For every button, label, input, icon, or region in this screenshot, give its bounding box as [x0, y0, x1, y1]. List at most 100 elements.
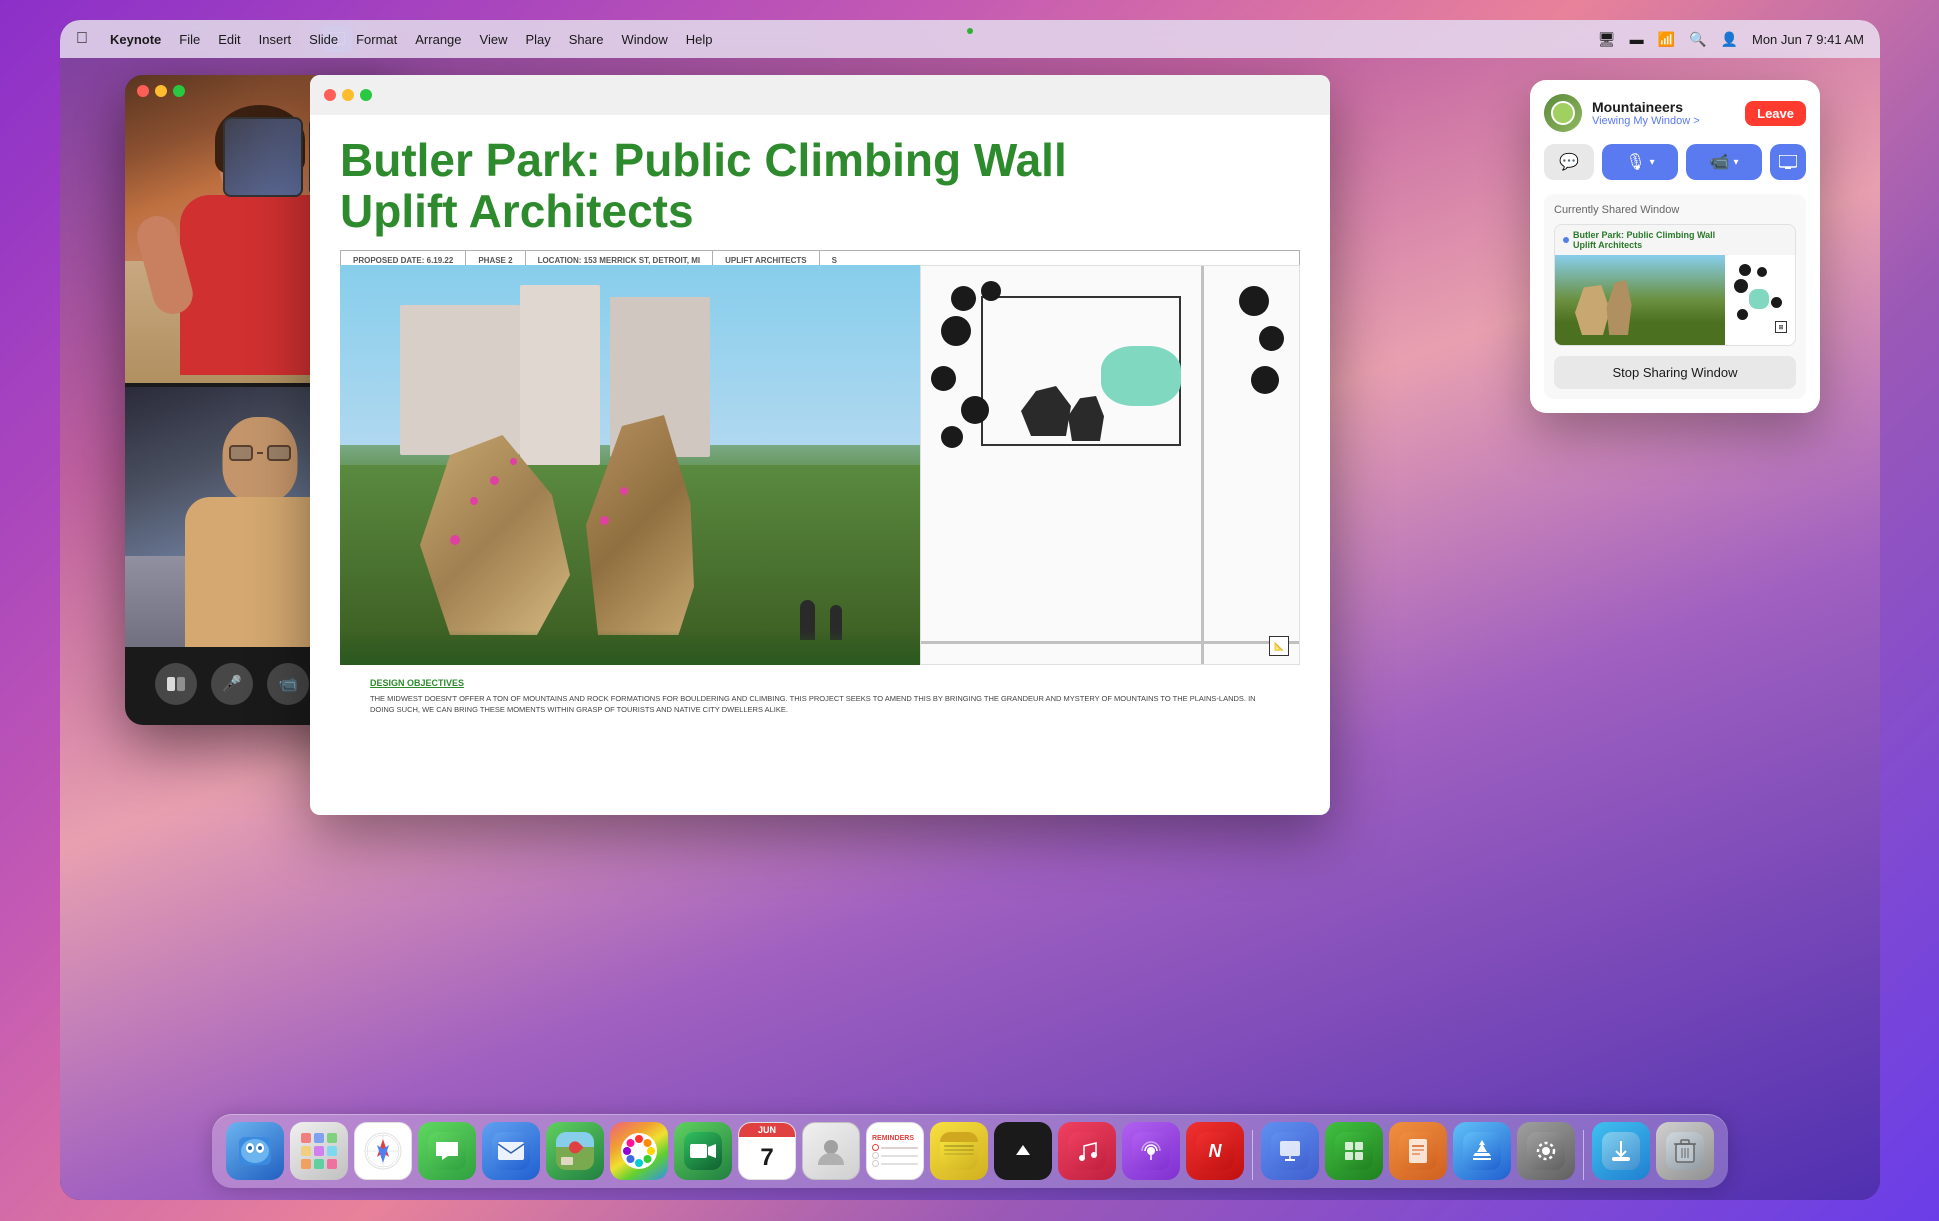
dock-item-notes[interactable] — [930, 1122, 988, 1180]
facetime-traffic-lights — [137, 85, 185, 97]
dock-item-maps[interactable] — [546, 1122, 604, 1180]
dock-item-news[interactable]: N — [1186, 1122, 1244, 1180]
design-objectives-label: DESIGN OBJECTIVES — [370, 678, 1270, 688]
dock-item-finder[interactable] — [226, 1122, 284, 1180]
share-control-button[interactable] — [1770, 144, 1806, 180]
menubar-arrange[interactable]: Arrange — [415, 32, 461, 47]
shared-img-left — [1555, 255, 1725, 345]
shared-preview-title: Butler Park: Public Climbing WallUplift … — [1573, 230, 1715, 250]
dock-item-appstore[interactable] — [1453, 1122, 1511, 1180]
menubar-left:  Keynote File Edit Insert Slide Format … — [76, 30, 1598, 48]
dock-item-podcasts[interactable] — [1122, 1122, 1180, 1180]
menubar-datetime: Mon Jun 7 9:41 AM — [1752, 32, 1864, 47]
mic-control-button[interactable]: 🎙 ▾ — [1602, 144, 1678, 180]
zoom-button[interactable] — [173, 85, 185, 97]
shared-preview-images: ⊞ — [1555, 255, 1795, 345]
dock-item-messages[interactable] — [418, 1122, 476, 1180]
keynote-zoom-button[interactable] — [360, 89, 372, 101]
dock-item-launchpad[interactable] — [290, 1122, 348, 1180]
menubar-file[interactable]: File — [179, 32, 200, 47]
dock-item-photos[interactable] — [610, 1122, 668, 1180]
close-button[interactable] — [137, 85, 149, 97]
menubar-right: 🖥 ▬ 📶 🔍 👤 Mon Jun 7 9:41 AM — [1598, 31, 1864, 48]
map-mini: ⊞ — [1729, 259, 1791, 341]
camera-dot — [967, 28, 973, 34]
mic-icon: 🎙 — [1625, 152, 1645, 172]
dock-separator — [1252, 1130, 1253, 1180]
popup-controls: 💬 🎙 ▾ 📹 ▾ — [1544, 144, 1806, 180]
shared-indicator-dot — [1563, 237, 1569, 243]
keynote-minimize-button[interactable] — [342, 89, 354, 101]
facetime-popup: Mountaineers Viewing My Window > Leave 💬… — [1530, 80, 1820, 413]
dock-item-calendar[interactable]: JUN 7 — [738, 1122, 796, 1180]
pip-video-2 — [223, 117, 303, 197]
keynote-traffic-lights — [324, 89, 372, 101]
menubar-format[interactable]: Format — [356, 32, 397, 47]
viewing-window-link[interactable]: Viewing My Window > — [1592, 115, 1745, 127]
leave-button[interactable]: Leave — [1745, 101, 1806, 126]
keynote-window: Butler Park: Public Climbing WallUplift … — [310, 75, 1330, 815]
menubar-app-name[interactable]: Keynote — [110, 32, 161, 47]
message-control-button[interactable]: 💬 — [1544, 144, 1594, 180]
mic-chevron-icon: ▾ — [1650, 157, 1655, 168]
menubar-edit[interactable]: Edit — [218, 32, 240, 47]
stop-sharing-button[interactable]: Stop Sharing Window — [1554, 356, 1796, 389]
popup-title-area: Mountaineers Viewing My Window > — [1592, 99, 1745, 127]
menubar-help[interactable]: Help — [686, 32, 713, 47]
dock-item-safari[interactable] — [354, 1122, 412, 1180]
dock-item-contacts[interactable] — [802, 1122, 860, 1180]
menubar-play[interactable]: Play — [525, 32, 550, 47]
search-icon[interactable]: 🔍 — [1689, 31, 1706, 48]
menubar-slide[interactable]: Slide — [309, 32, 338, 47]
dock-item-numbers[interactable] — [1325, 1122, 1383, 1180]
dock-item-mail[interactable] — [482, 1122, 540, 1180]
dock-item-pages[interactable] — [1389, 1122, 1447, 1180]
menubar-window[interactable]: Window — [621, 32, 667, 47]
menubar-share[interactable]: Share — [569, 32, 604, 47]
popup-header: Mountaineers Viewing My Window > Leave — [1544, 94, 1806, 132]
controlcenter-icon[interactable]: 👤 — [1721, 31, 1738, 48]
wifi-icon[interactable]: 📶 — [1658, 31, 1675, 48]
dock-item-keynote[interactable] — [1261, 1122, 1319, 1180]
screen-icon[interactable]: 🖥 — [1598, 31, 1616, 48]
currently-shared-label: Currently Shared Window — [1554, 204, 1796, 216]
keynote-titlebar — [310, 75, 1330, 115]
menubar-view[interactable]: View — [480, 32, 508, 47]
dock-item-system-preferences[interactable] — [1517, 1122, 1575, 1180]
menubar:  Keynote File Edit Insert Slide Format … — [60, 20, 1880, 58]
group-avatar — [1544, 94, 1582, 132]
dock-item-trash[interactable] — [1656, 1122, 1714, 1180]
shared-section: Currently Shared Window Butler Park: Pub… — [1544, 194, 1806, 399]
shared-preview: Butler Park: Public Climbing WallUplift … — [1554, 224, 1796, 346]
keynote-content: Butler Park: Public Climbing WallUplift … — [310, 115, 1330, 815]
keynote-close-button[interactable] — [324, 89, 336, 101]
minimize-button[interactable] — [155, 85, 167, 97]
dock-item-airdrop[interactable] — [1592, 1122, 1650, 1180]
design-text: DESIGN OBJECTIVES THE MIDWEST DOESN'T OF… — [370, 678, 1270, 715]
video-chevron-icon: ▾ — [1733, 157, 1738, 168]
group-name: Mountaineers — [1592, 99, 1745, 115]
menubar-insert[interactable]: Insert — [259, 32, 292, 47]
shared-preview-header: Butler Park: Public Climbing WallUplift … — [1555, 225, 1795, 255]
apple-logo-icon[interactable]:  — [76, 30, 88, 48]
video-control-button[interactable]: 📹 ▾ — [1686, 144, 1762, 180]
message-icon: 💬 — [1559, 152, 1579, 172]
dock: JUN 7 REMINDERS — [212, 1114, 1728, 1188]
battery-icon: ▬ — [1630, 31, 1644, 47]
screen:  Keynote File Edit Insert Slide Format … — [60, 20, 1880, 1200]
camera-button[interactable]: 📹 — [267, 663, 309, 705]
macbook-frame:  Keynote File Edit Insert Slide Format … — [60, 20, 1880, 1200]
dock-separator-2 — [1583, 1130, 1584, 1180]
shared-img-right: ⊞ — [1725, 255, 1795, 345]
dock-item-appletv[interactable] — [994, 1122, 1052, 1180]
presentation-title: Butler Park: Public Climbing WallUplift … — [340, 135, 1300, 236]
main-climbing-image — [340, 265, 940, 665]
design-body-text: THE MIDWEST DOESN'T OFFER A TON OF MOUNT… — [370, 694, 1270, 715]
map-drawing: 📐 — [920, 265, 1300, 665]
sidebar-toggle-button[interactable] — [155, 663, 197, 705]
dock-item-music[interactable] — [1058, 1122, 1116, 1180]
mute-button[interactable]: 🎤 — [211, 663, 253, 705]
dock-item-reminders[interactable]: REMINDERS — [866, 1122, 924, 1180]
dock-item-facetime[interactable] — [674, 1122, 732, 1180]
video-icon: 📹 — [1710, 152, 1730, 172]
